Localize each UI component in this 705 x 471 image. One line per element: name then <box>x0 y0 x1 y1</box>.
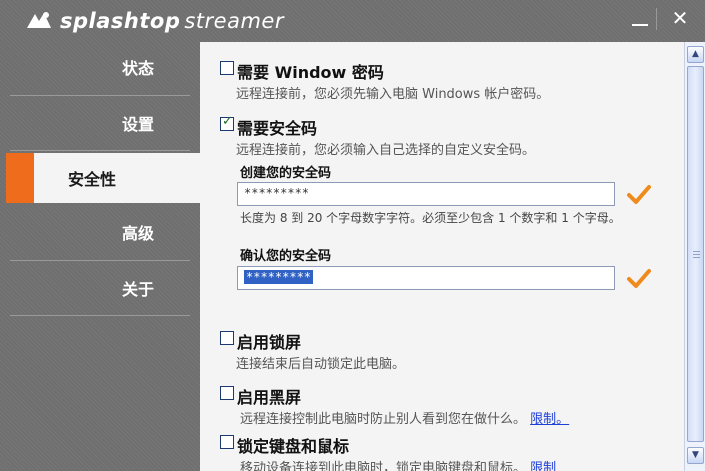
lock-screen-desc: 连接结束后自动锁定此电脑。 <box>236 357 406 372</box>
black-screen-limit-link[interactable]: 限制。 <box>530 412 569 427</box>
confirm-code-label: 确认您的安全码 <box>240 249 332 264</box>
sidebar-divider <box>10 315 190 316</box>
create-code-value: ********* <box>244 186 310 200</box>
lock-keyboard-desc-row: 移动设备连接到此电脑时，锁定电脑键盘和鼠标。 限制 <box>240 457 556 471</box>
brand-name: splashtop <box>60 9 181 33</box>
sidebar-item-label: 关于 <box>121 280 154 299</box>
app-logo: splashtop streamer <box>24 6 284 36</box>
scroll-thumb[interactable] <box>687 66 704 442</box>
scroll-up-button[interactable]: ▲ <box>687 46 704 63</box>
windows-password-title: 需要 Window 密码 <box>237 63 384 82</box>
lock-screen-title: 启用锁屏 <box>237 333 302 352</box>
security-panel: 需要 Window 密码 远程连接前，您必须先输入电脑 Windows 帐户密码… <box>200 42 684 471</box>
minimize-icon <box>632 24 648 26</box>
close-button[interactable]: ✕ <box>668 6 692 30</box>
lock-keyboard-title: 锁定键盘和鼠标 <box>237 437 350 456</box>
create-code-label: 创建您的安全码 <box>240 166 332 181</box>
sidebar-item-status[interactable]: 状态 <box>10 42 190 92</box>
checkmark-icon <box>626 182 652 206</box>
black-screen-desc-row: 远程连接控制此电脑时防止别人看到您在做什么。 限制。 <box>240 408 569 427</box>
create-code-input[interactable]: ********* <box>237 182 615 206</box>
panel-scrollbar[interactable]: ▲ ▼ <box>684 42 705 471</box>
active-accent <box>6 153 34 203</box>
windows-password-checkbox[interactable] <box>220 61 234 75</box>
scroll-down-button[interactable]: ▼ <box>687 447 704 464</box>
confirm-code-value: ********* <box>244 270 314 284</box>
black-screen-desc: 远程连接控制此电脑时防止别人看到您在做什么。 <box>240 412 527 427</box>
title-bar: splashtop streamer ✕ <box>0 0 705 42</box>
lock-keyboard-limit-link[interactable]: 限制 <box>530 461 556 471</box>
brand-product: streamer <box>184 9 284 33</box>
sidebar-divider <box>10 95 190 96</box>
minimize-button[interactable] <box>628 6 652 30</box>
windows-password-desc: 远程连接前，您必须先输入电脑 Windows 帐户密码。 <box>236 87 550 102</box>
black-screen-title: 启用黑屏 <box>237 388 302 407</box>
sidebar-item-settings[interactable]: 设置 <box>10 98 190 148</box>
grip-icon <box>693 251 700 258</box>
sidebar-divider <box>10 150 190 151</box>
title-divider <box>656 8 657 30</box>
sidebar-divider <box>10 260 190 261</box>
checkmark-icon <box>626 266 652 290</box>
sidebar-item-label: 高级 <box>121 224 154 243</box>
sidebar-item-advanced[interactable]: 高级 <box>10 207 190 257</box>
code-length-hint: 长度为 8 到 20 个字母数字字符。必须至少包含 1 个数字和 1 个字母。 <box>240 211 621 225</box>
security-code-title: 需要安全码 <box>237 119 318 138</box>
sidebar-item-label: 状态 <box>121 59 154 78</box>
sidebar-item-label: 安全性 <box>67 170 116 189</box>
lock-keyboard-desc: 移动设备连接到此电脑时，锁定电脑键盘和鼠标。 <box>240 461 527 471</box>
security-code-desc: 远程连接前，您必须输入自己选择的自定义安全码。 <box>236 143 536 158</box>
splashtop-logo-icon <box>24 8 54 34</box>
sidebar-item-about[interactable]: 关于 <box>10 263 190 313</box>
lock-screen-checkbox[interactable] <box>220 331 234 345</box>
lock-keyboard-checkbox[interactable] <box>220 435 234 449</box>
sidebar-nav: 状态 设置 安全性 高级 关于 <box>0 42 206 471</box>
security-code-checkbox[interactable] <box>220 114 234 131</box>
black-screen-checkbox[interactable] <box>220 386 234 400</box>
confirm-code-input[interactable]: ********* <box>237 266 615 290</box>
sidebar-item-security[interactable]: 安全性 <box>6 153 206 203</box>
sidebar-item-label: 设置 <box>121 115 154 134</box>
